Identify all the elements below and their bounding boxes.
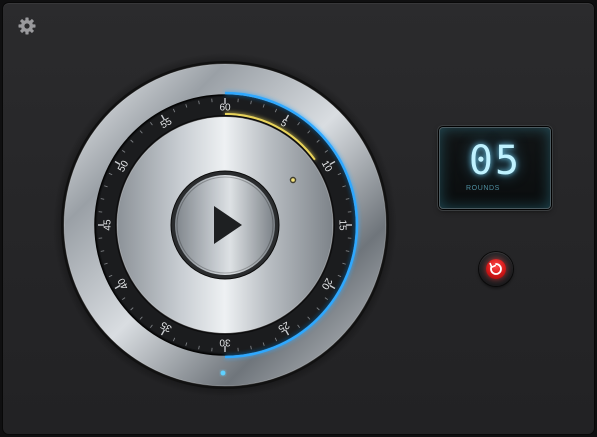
gear-icon[interactable]: [17, 16, 37, 36]
rounds-display: 05 ROUNDS: [439, 127, 551, 209]
knob-indicator-light: [291, 178, 295, 182]
dial-scale-label: 60: [219, 103, 231, 114]
reset-button[interactable]: [479, 252, 513, 286]
rounds-count: 05: [468, 138, 522, 184]
status-dot: [220, 370, 226, 376]
play-button[interactable]: [170, 170, 280, 280]
reset-icon: [489, 262, 502, 275]
timer-dial[interactable]: 60 5 10 15 20 25 30 35 40 45 50 55: [51, 51, 399, 399]
dial-scale-label: 45: [103, 219, 114, 231]
rounds-label: ROUNDS: [466, 185, 500, 192]
timer-device: 60 5 10 15 20 25 30 35 40 45 50 55 05 ROUNDS: [3, 3, 594, 434]
dial-scale-label: 15: [337, 219, 348, 231]
dial-scale-label: 30: [219, 337, 231, 348]
